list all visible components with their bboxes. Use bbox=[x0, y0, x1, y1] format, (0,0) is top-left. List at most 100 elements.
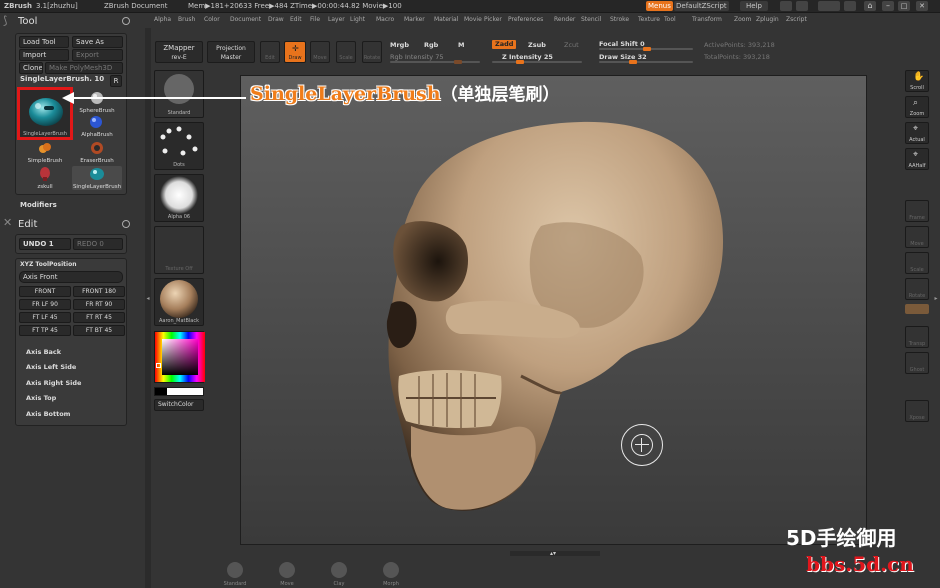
menu-item-movie[interactable]: Movie bbox=[464, 16, 482, 23]
rotate-mode-button[interactable]: Rotate bbox=[362, 41, 382, 63]
menu-item-light[interactable]: Light bbox=[350, 16, 365, 23]
menu-item-zoom[interactable]: Zoom bbox=[734, 16, 751, 23]
menus-button[interactable]: Menus bbox=[646, 1, 673, 11]
zcut-button[interactable]: Zcut bbox=[564, 41, 579, 49]
r-button[interactable]: R bbox=[110, 75, 122, 87]
z-intensity-slider[interactable]: Z Intensity 25 bbox=[502, 53, 553, 61]
menu-item-edit[interactable]: Edit bbox=[290, 16, 302, 23]
scroll-button[interactable]: ✋ Scroll bbox=[905, 70, 929, 92]
brush-cell-simple[interactable]: SimpleBrush bbox=[20, 140, 70, 164]
scale-mode-button[interactable]: Scale bbox=[336, 41, 356, 63]
close-icon[interactable]: ✕ bbox=[916, 1, 928, 11]
minimize-icon[interactable]: – bbox=[882, 1, 894, 11]
frame-button[interactable]: Frame bbox=[905, 200, 929, 222]
material-tile[interactable]: Aaron_MatBlack bbox=[154, 278, 204, 326]
zmapper-button[interactable]: ZMapper rev-E bbox=[155, 41, 203, 63]
fr-rt-90-button[interactable]: FR RT 90 bbox=[73, 299, 125, 310]
modifiers-section[interactable]: Modifiers bbox=[20, 201, 57, 209]
ft-tp-45-button[interactable]: FT TP 45 bbox=[19, 325, 71, 336]
focal-shift-track[interactable] bbox=[599, 47, 693, 51]
color-picker[interactable] bbox=[154, 331, 205, 383]
brush-cell-zskull[interactable]: zskull bbox=[20, 166, 70, 190]
menu-item-color[interactable]: Color bbox=[204, 16, 220, 23]
menu-item-zscript[interactable]: Zscript bbox=[786, 16, 807, 23]
menu-item-transform[interactable]: Transform bbox=[692, 16, 722, 23]
polyframe-toggle[interactable] bbox=[905, 304, 929, 314]
rgb-button[interactable]: Rgb bbox=[424, 41, 438, 49]
load-tool-button[interactable]: Load Tool bbox=[19, 36, 69, 48]
tool-panel-refresh-icon[interactable] bbox=[122, 17, 130, 25]
aahalf-button[interactable]: ⌖ AAHalf bbox=[905, 148, 929, 170]
primary-color-swatch[interactable] bbox=[155, 388, 167, 395]
rotate-button[interactable]: Rotate bbox=[905, 278, 929, 300]
texture-tile[interactable]: Texture Off bbox=[154, 226, 204, 274]
default-zscript-button[interactable]: DefaultZScript bbox=[674, 1, 729, 11]
layout-icon-4[interactable] bbox=[844, 1, 856, 11]
draw-size-track[interactable] bbox=[599, 60, 693, 64]
zoom-button[interactable]: ⌕ Zoom bbox=[905, 96, 929, 118]
front-button[interactable]: FRONT bbox=[19, 286, 71, 297]
menu-item-document[interactable]: Document bbox=[230, 16, 261, 23]
bottom-standard-brush[interactable]: Standard bbox=[220, 560, 250, 588]
ghost-button[interactable]: Ghost bbox=[905, 352, 929, 374]
m-button[interactable]: M bbox=[458, 41, 464, 49]
lock-icon[interactable]: ⌂ bbox=[864, 1, 876, 11]
bottom-tray-toggle-icon[interactable]: ▴▾ bbox=[546, 550, 560, 557]
menu-item-texture[interactable]: Texture bbox=[638, 16, 660, 23]
color-cursor[interactable] bbox=[156, 363, 161, 368]
export-button[interactable]: Export bbox=[72, 49, 123, 61]
fr-lf-90-button[interactable]: FR LF 90 bbox=[19, 299, 71, 310]
axis-front-button[interactable]: Axis Front bbox=[19, 271, 123, 283]
menu-item-tool[interactable]: Tool bbox=[664, 16, 676, 23]
right-tray-toggle-icon[interactable]: ▸ bbox=[933, 292, 939, 306]
axis-bottom-button[interactable]: Axis Bottom bbox=[26, 410, 70, 418]
menu-item-preferences[interactable]: Preferences bbox=[508, 16, 543, 23]
menu-item-brush[interactable]: Brush bbox=[178, 16, 195, 23]
mrgb-button[interactable]: Mrgb bbox=[390, 41, 409, 49]
brush-cell-eraser[interactable]: EraserBrush bbox=[72, 140, 122, 164]
draw-size-slider[interactable]: Draw Size 32 bbox=[599, 53, 647, 61]
bottom-morph-brush[interactable]: Morph bbox=[376, 560, 406, 588]
zsub-button[interactable]: Zsub bbox=[528, 41, 546, 49]
menu-item-stencil[interactable]: Stencil bbox=[581, 16, 601, 23]
layout-icon-1[interactable] bbox=[780, 1, 792, 11]
maximize-icon[interactable]: □ bbox=[898, 1, 910, 11]
rgb-intensity-slider[interactable]: Rgb Intensity 75 bbox=[390, 53, 443, 61]
scale-button[interactable]: Scale bbox=[905, 252, 929, 274]
left-tray-toggle-icon[interactable]: ◂ bbox=[145, 292, 151, 306]
menu-item-stroke[interactable]: Stroke bbox=[610, 16, 629, 23]
zadd-button[interactable]: Zadd bbox=[492, 40, 517, 49]
menu-item-macro[interactable]: Macro bbox=[376, 16, 394, 23]
rgb-intensity-track[interactable] bbox=[390, 60, 480, 64]
secondary-color-swatch[interactable] bbox=[154, 387, 204, 396]
z-intensity-track[interactable] bbox=[492, 60, 582, 64]
alpha-tile[interactable]: Alpha 06 bbox=[154, 174, 204, 222]
edit-mode-button[interactable]: Edit bbox=[260, 41, 280, 63]
projection-master-button[interactable]: Projection Master bbox=[207, 41, 255, 63]
axis-top-button[interactable]: Axis Top bbox=[26, 394, 56, 402]
focal-shift-slider[interactable]: Focal Shift 0 bbox=[599, 40, 645, 48]
menu-item-render[interactable]: Render bbox=[554, 16, 575, 23]
layout-icon-3[interactable] bbox=[818, 1, 840, 11]
transp-button[interactable]: Transp bbox=[905, 326, 929, 348]
brush-cell-single-layer[interactable]: SingleLayerBrush bbox=[72, 166, 122, 190]
saturation-square[interactable] bbox=[162, 339, 198, 375]
menu-item-draw[interactable]: Draw bbox=[268, 16, 284, 23]
bottom-move-brush[interactable]: Move bbox=[272, 560, 302, 588]
make-polymesh-button[interactable]: Make PolyMesh3D bbox=[45, 62, 123, 74]
menu-item-zplugin[interactable]: Zplugin bbox=[756, 16, 779, 23]
draw-mode-button[interactable]: ✛ Draw bbox=[284, 41, 306, 63]
axis-left-side-button[interactable]: Axis Left Side bbox=[26, 363, 76, 371]
help-button[interactable]: Help bbox=[740, 1, 768, 11]
menu-item-material[interactable]: Material bbox=[434, 16, 458, 23]
front-180-button[interactable]: FRONT 180 bbox=[73, 286, 125, 297]
layout-icon-2[interactable] bbox=[796, 1, 808, 11]
canvas-viewport[interactable] bbox=[240, 75, 867, 545]
menu-item-layer[interactable]: Layer bbox=[328, 16, 345, 23]
ft-lf-45-button[interactable]: FT LF 45 bbox=[19, 312, 71, 323]
stroke-dots-tile[interactable]: Dots bbox=[154, 122, 204, 170]
edit-panel-refresh-icon[interactable] bbox=[122, 220, 130, 228]
menu-item-alpha[interactable]: Alpha bbox=[154, 16, 171, 23]
redo-button[interactable]: REDO 0 bbox=[73, 238, 123, 250]
import-button[interactable]: Import bbox=[19, 49, 69, 61]
